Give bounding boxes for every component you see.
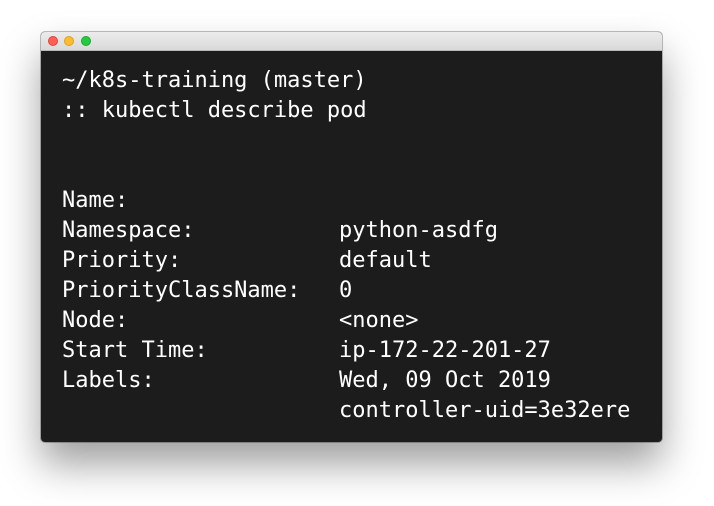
field-row-node: Node: ip-172-22-201-27 — [62, 276, 652, 363]
field-row-priority: Priority: 0 — [62, 216, 652, 303]
field-row-labels: Labels: controller-uid=3e32ere — [62, 336, 652, 423]
prompt-path: ~/k8s-training (master) — [62, 68, 367, 93]
field-row-start-time: Start Time: Wed, 09 Oct 2019 — [62, 306, 652, 393]
field-row-priority-class-name: PriorityClassName: <none> — [62, 246, 652, 333]
terminal-window: ~/k8s-training (master) :: kubectl descr… — [41, 32, 662, 442]
title-bar — [41, 32, 662, 51]
terminal-output[interactable]: ~/k8s-training (master) :: kubectl descr… — [62, 66, 652, 423]
field-value: Wed, 09 Oct 2019 — [339, 368, 551, 393]
field-value: controller-uid=3e32ere — [339, 398, 631, 423]
field-row-name: Name: python-asdfg — [62, 156, 652, 243]
field-key: Labels: — [62, 368, 155, 393]
close-icon[interactable] — [48, 36, 58, 46]
minimize-icon[interactable] — [64, 36, 74, 46]
field-row-namespace: Namespace: default — [62, 186, 652, 273]
command-line: :: kubectl describe pod — [62, 98, 367, 123]
maximize-icon[interactable] — [81, 36, 91, 46]
